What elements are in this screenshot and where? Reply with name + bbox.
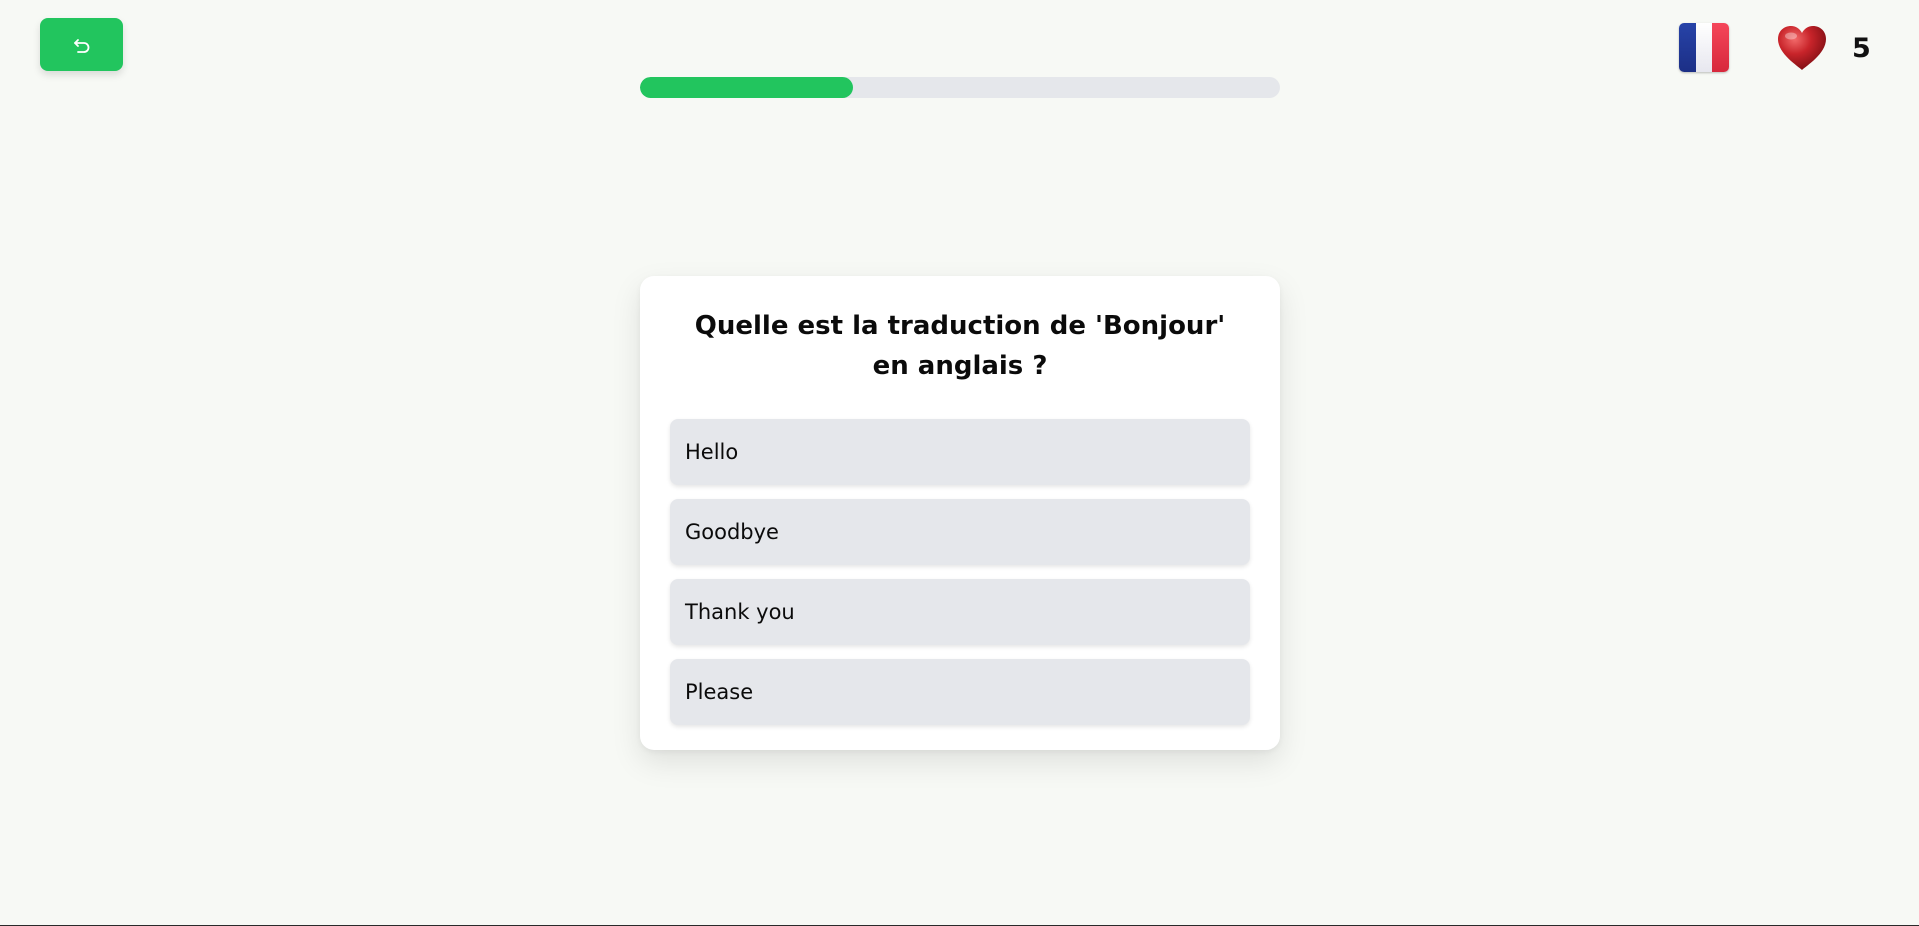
lives-count: 5 bbox=[1852, 32, 1871, 64]
lesson-progress-fill bbox=[640, 77, 854, 98]
answer-option[interactable]: Hello bbox=[670, 419, 1250, 485]
answer-option[interactable]: Please bbox=[670, 659, 1250, 725]
answer-option[interactable]: Goodbye bbox=[670, 499, 1250, 565]
answer-options: Hello Goodbye Thank you Please bbox=[670, 419, 1250, 725]
heart-icon bbox=[1776, 24, 1828, 72]
lives-counter: 5 bbox=[1776, 22, 1871, 74]
answer-option[interactable]: Thank you bbox=[670, 579, 1250, 645]
undo-arrow-icon bbox=[72, 35, 92, 55]
lesson-progress-bar bbox=[640, 77, 1280, 98]
flag-blue-stripe bbox=[1679, 23, 1696, 72]
back-button[interactable] bbox=[40, 18, 123, 71]
flag-red-stripe bbox=[1712, 23, 1729, 72]
flag-france-icon[interactable] bbox=[1679, 23, 1729, 72]
flag-white-stripe bbox=[1695, 23, 1713, 72]
quiz-card: Quelle est la traduction de 'Bonjour' en… bbox=[640, 276, 1280, 750]
question-text: Quelle est la traduction de 'Bonjour' en… bbox=[694, 311, 1226, 381]
